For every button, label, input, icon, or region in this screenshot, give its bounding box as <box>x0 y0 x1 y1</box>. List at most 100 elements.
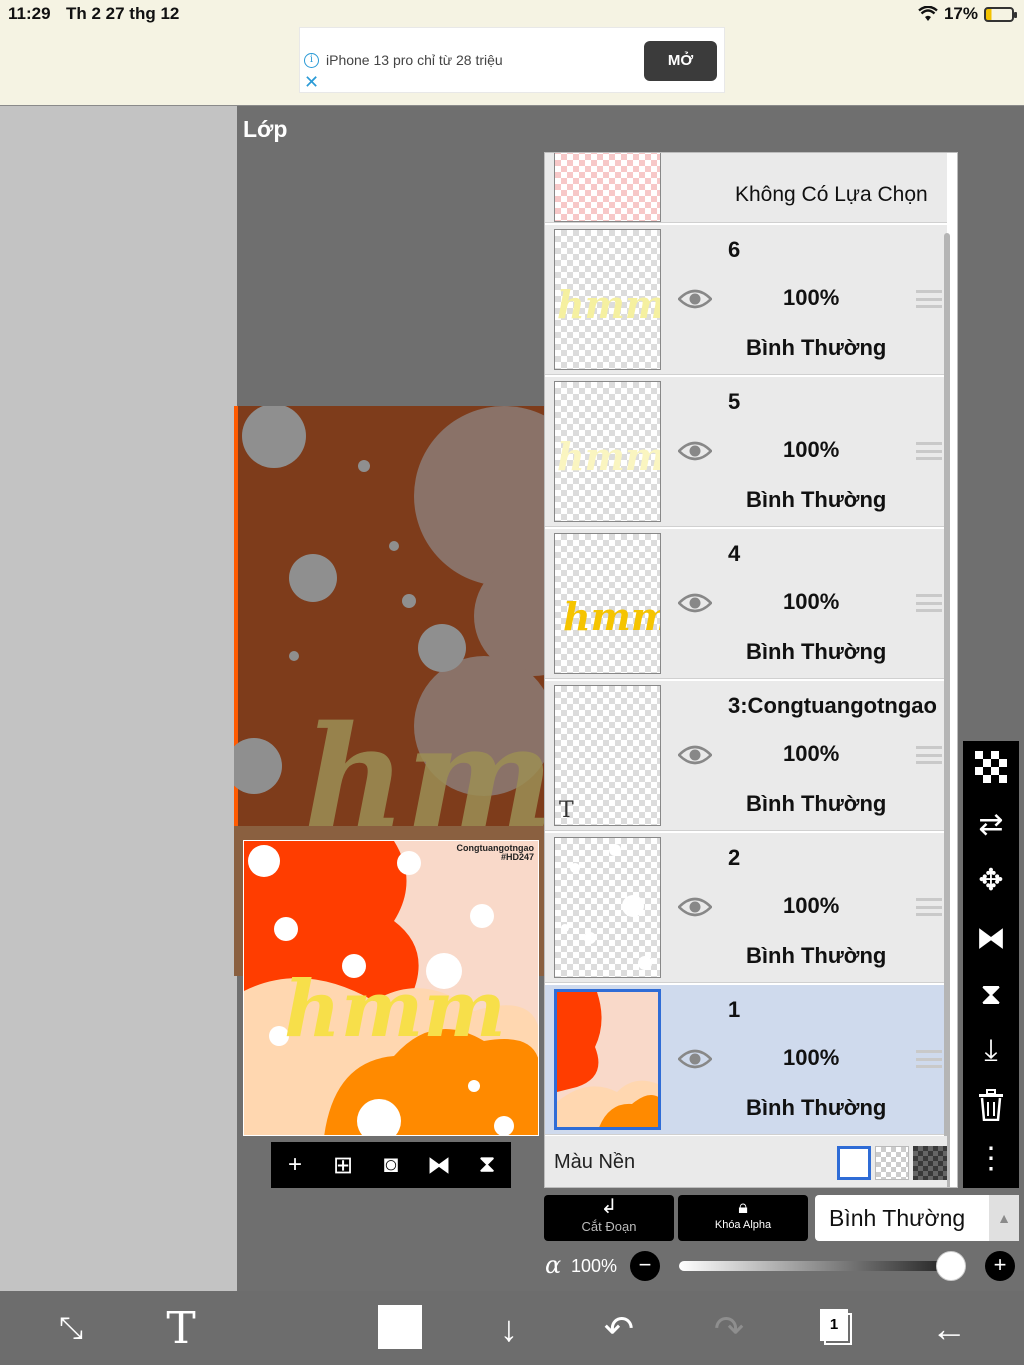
reference-icon[interactable]: ⇄ <box>973 807 1009 843</box>
layer-blend: Bình Thường <box>746 335 887 360</box>
clipping-button[interactable]: ↲ Cắt Đoạn <box>544 1195 674 1241</box>
layer-row[interactable]: hmm 5 100% Bình Thường <box>545 377 947 527</box>
selection-row[interactable]: Không Có Lựa Chọn <box>545 153 947 223</box>
layer-thumbnail: hmm <box>554 229 661 370</box>
layer-opacity: 100% <box>783 893 840 918</box>
move-icon[interactable]: ✥ <box>973 863 1009 899</box>
color-swatch[interactable] <box>378 1305 422 1349</box>
flip-horizontal-icon[interactable]: ⧓ <box>424 1151 454 1180</box>
battery-icon <box>984 6 1017 22</box>
layer-opacity: 100% <box>783 741 840 766</box>
layer-thumbnail <box>554 837 661 978</box>
layer-opacity: 100% <box>783 589 840 614</box>
status-date: Th 2 27 thg 12 <box>66 4 180 23</box>
eye-icon[interactable] <box>678 593 712 613</box>
layer-row[interactable]: hmm 4 100% Bình Thường <box>545 529 947 679</box>
alpha-slider-knob[interactable] <box>936 1251 966 1281</box>
layer-row[interactable]: T 3:Congtuangotngao 100% Bình Thường <box>545 681 947 831</box>
ad-banner[interactable]: i ✕ iPhone 13 pro chỉ từ 28 triệu MỞ <box>299 27 725 93</box>
info-icon[interactable]: i <box>304 53 319 68</box>
minus-icon[interactable]: − <box>630 1251 660 1281</box>
canvas-thumbnail[interactable]: hmm Congtuangotngao #HD247 <box>243 840 539 1136</box>
handwriting-text: hmm <box>284 964 506 1055</box>
add-layer-icon[interactable]: ⊞ <box>328 1151 358 1180</box>
selection-thumbnail <box>554 153 661 222</box>
checker-icon[interactable] <box>973 751 1009 787</box>
canvas-signature: Congtuangotngao #HD247 <box>457 844 534 862</box>
layer-row[interactable]: 2 100% Bình Thường <box>545 833 947 983</box>
back-icon[interactable]: ← <box>924 1307 974 1351</box>
more-icon[interactable]: ⋮ <box>973 1141 1009 1177</box>
layer-name: 3:Congtuangotngao <box>728 693 937 718</box>
layer-name: 2 <box>728 845 741 870</box>
down-arrow-icon[interactable]: ↓ <box>484 1307 534 1351</box>
svg-text:hm: hm <box>304 696 544 860</box>
drag-handle-icon[interactable] <box>916 898 942 916</box>
clip-label: Cắt Đoạn <box>581 1219 637 1234</box>
transform-icon[interactable]: ⤡ <box>46 1307 96 1351</box>
drag-handle-icon[interactable] <box>916 290 942 308</box>
camera-icon[interactable]: ◙ <box>376 1151 406 1179</box>
blend-mode-select[interactable]: Bình Thường ▲ <box>815 1195 1019 1241</box>
layer-thumbnail <box>554 989 661 1130</box>
ad-banner-area: i ✕ iPhone 13 pro chỉ từ 28 triệu MỞ <box>0 26 1024 106</box>
layer-toolbar: + ⊞ ◙ ⧓ ⧗ <box>271 1142 511 1188</box>
layer-blend: Bình Thường <box>746 943 887 968</box>
text-layer-icon: T <box>559 798 574 823</box>
merge-down-icon[interactable]: ⤓ <box>973 1033 1009 1069</box>
plus-icon[interactable]: + <box>280 1151 310 1179</box>
drag-handle-icon[interactable] <box>916 1050 942 1068</box>
background-dark-swatch[interactable] <box>913 1146 947 1180</box>
layer-name: 4 <box>728 541 741 566</box>
layers-icon[interactable]: 1 <box>814 1307 864 1351</box>
background-color-row: Màu Nền <box>545 1136 947 1187</box>
undo-icon[interactable]: ↶ <box>594 1307 644 1351</box>
ad-open-button[interactable]: MỞ <box>644 41 717 81</box>
status-bar: 11:29 Th 2 27 thg 12 17% <box>0 0 1024 26</box>
triangle-up-icon[interactable]: ▲ <box>989 1195 1019 1241</box>
clip-arrow-icon: ↲ <box>600 1196 618 1218</box>
layer-panel: Lớp hm hmm Congtuangotngao #HD247 + ⊞ ◙ … <box>234 106 1024 1291</box>
alpha-symbol: α <box>545 1251 562 1279</box>
drag-handle-icon[interactable] <box>916 746 942 764</box>
text-icon[interactable]: T <box>156 1307 206 1351</box>
alpha-slider[interactable] <box>679 1261 951 1271</box>
layer-row[interactable]: hmm 6 100% Bình Thường <box>545 225 947 375</box>
layer-blend: Bình Thường <box>746 791 887 816</box>
right-toolbar: ⇄ ✥ ⧓ ⧗ ⤓ ⋮ <box>963 741 1019 1188</box>
layer-opacity: 100% <box>783 437 840 462</box>
flip-h-icon[interactable]: ⧓ <box>973 921 1009 957</box>
background-transparent-swatch[interactable] <box>875 1146 909 1180</box>
drag-handle-icon[interactable] <box>916 594 942 612</box>
eye-icon[interactable] <box>678 745 712 765</box>
layer-2-dots <box>561 844 652 970</box>
blend-mode-value: Bình Thường <box>829 1205 966 1231</box>
layer-blend: Bình Thường <box>746 639 887 664</box>
eye-icon[interactable] <box>678 289 712 309</box>
lock-icon: 🔒︎ <box>738 1197 748 1217</box>
layer-row-selected[interactable]: 1 100% Bình Thường <box>545 985 947 1135</box>
layer-thumbnail: hmm <box>554 381 661 522</box>
layers-scrollbar[interactable] <box>944 233 950 1187</box>
redo-icon[interactable]: ↷ <box>704 1307 754 1351</box>
layer-opacity: 100% <box>783 285 840 310</box>
eye-icon[interactable] <box>678 1049 712 1069</box>
alpha-lock-button[interactable]: 🔒︎ Khóa Alpha <box>678 1195 808 1241</box>
layer-blend: Bình Thường <box>746 487 887 512</box>
layer-name: 5 <box>728 389 741 414</box>
signature-line-2: #HD247 <box>500 852 534 862</box>
trash-icon[interactable] <box>973 1089 1009 1125</box>
layer-name: 1 <box>728 997 741 1022</box>
layer-thumbnail: hmm <box>554 533 661 674</box>
eye-icon[interactable] <box>678 441 712 461</box>
background-label: Màu Nền <box>554 1151 636 1173</box>
panel-title: Lớp <box>243 116 288 142</box>
close-icon[interactable]: ✕ <box>304 72 319 93</box>
plus-icon[interactable]: + <box>985 1251 1015 1281</box>
layer-thumbnail: T <box>554 685 661 826</box>
flip-vertical-icon[interactable]: ⧗ <box>472 1151 502 1179</box>
background-white-swatch[interactable] <box>837 1146 871 1180</box>
drag-handle-icon[interactable] <box>916 442 942 460</box>
eye-icon[interactable] <box>678 897 712 917</box>
flip-v-icon[interactable]: ⧗ <box>973 977 1009 1013</box>
